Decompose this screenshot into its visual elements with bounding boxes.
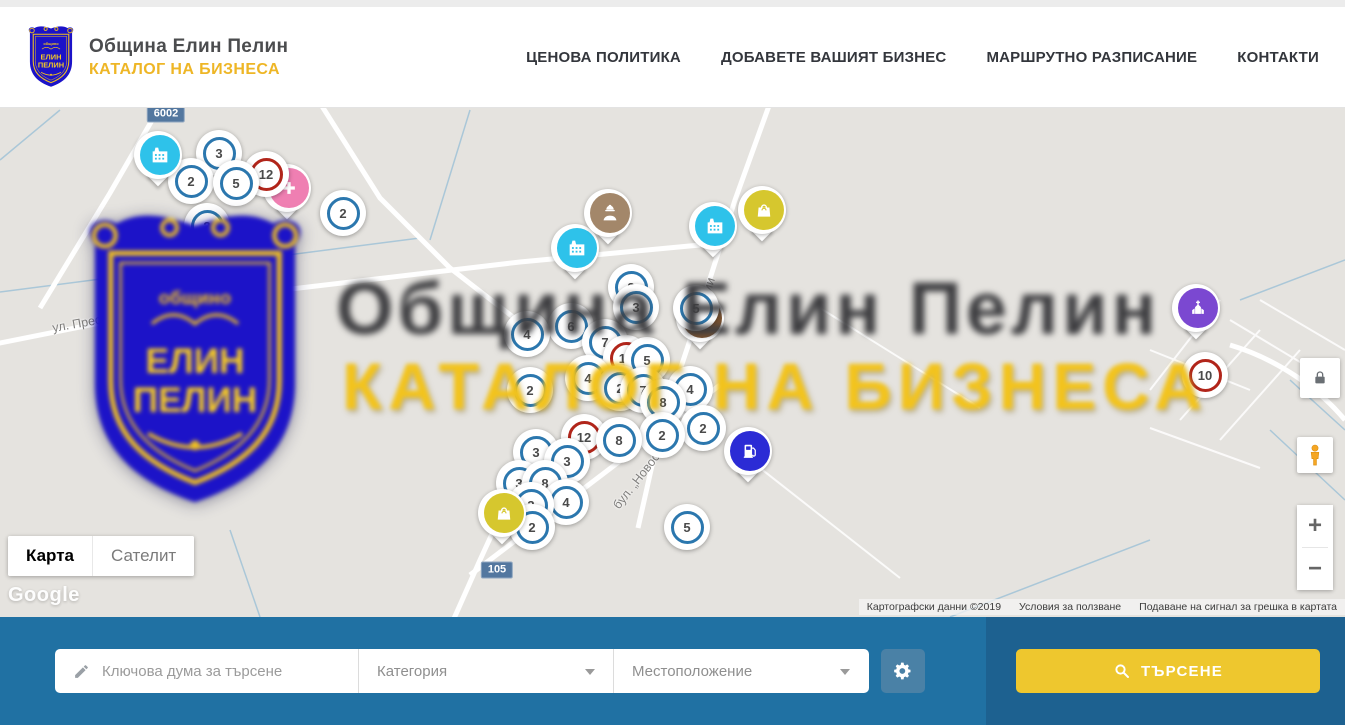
chevron-down-icon	[585, 669, 595, 675]
street-view-pegman[interactable]	[1297, 437, 1333, 473]
page: общино ЕЛИН ПЕЛИН Община Елин Пелин КАТА…	[0, 0, 1345, 725]
cluster-count: 3	[620, 291, 653, 324]
nav-route-schedule[interactable]: МАРШРУТНО РАЗПИСАНИЕ	[986, 49, 1197, 66]
cluster-count: 2	[646, 419, 679, 452]
church-category-marker[interactable]	[1170, 284, 1222, 348]
bag-category-marker[interactable]	[476, 489, 528, 553]
cluster-marker[interactable]: 5	[664, 504, 710, 550]
advanced-settings-button[interactable]	[881, 649, 925, 693]
svg-text:общино: общино	[43, 41, 59, 46]
gear-icon	[893, 661, 913, 681]
cluster-marker[interactable]: 2	[507, 367, 553, 413]
cluster-count: 2	[687, 412, 720, 445]
cluster-marker[interactable]: 2	[184, 203, 230, 249]
header: общино ЕЛИН ПЕЛИН Община Елин Пелин КАТА…	[0, 7, 1345, 108]
svg-text:ЕЛИН: ЕЛИН	[41, 52, 62, 61]
keyword-field[interactable]	[55, 649, 358, 693]
zoom-in-button[interactable]: +	[1297, 505, 1333, 547]
factory-category-marker[interactable]	[687, 202, 739, 266]
chevron-down-icon	[840, 669, 850, 675]
top-strip	[0, 0, 1345, 7]
category-select[interactable]: Категория	[358, 649, 613, 693]
cluster-count: 8	[603, 424, 636, 457]
search-section: Категория Местоположение ТЪРСЕНЕ	[0, 617, 1345, 725]
nav-add-business[interactable]: ДОБАВЕТЕ ВАШИЯТ БИЗНЕС	[721, 49, 946, 66]
cluster-marker[interactable]: 2	[320, 190, 366, 236]
bag-category-marker[interactable]	[736, 186, 788, 250]
pencil-icon	[73, 663, 90, 680]
site-subtitle: КАТАЛОГ НА БИЗНЕСА	[89, 61, 288, 79]
worker-icon	[590, 193, 630, 233]
main-nav: ЦЕНОВА ПОЛИТИКА ДОБАВЕТЕ ВАШИЯТ БИЗНЕС М…	[526, 49, 1319, 66]
location-select[interactable]: Местоположение	[613, 649, 868, 693]
cluster-count: 2	[514, 374, 547, 407]
nav-pricing-policy[interactable]: ЦЕНОВА ПОЛИТИКА	[526, 49, 681, 66]
factory-category-marker[interactable]	[132, 131, 184, 195]
church-icon	[1178, 288, 1218, 328]
cluster-marker[interactable]: 8	[596, 417, 642, 463]
search-submit-button[interactable]: ТЪРСЕНЕ	[1016, 649, 1320, 693]
cluster-marker[interactable]: 10	[1182, 352, 1228, 398]
site-title: Община Елин Пелин	[89, 36, 288, 58]
lock-button[interactable]	[1300, 358, 1340, 398]
map-attribution: Картографски данни ©2019 Условия за полз…	[859, 599, 1345, 615]
pin-circle	[584, 189, 632, 237]
search-icon	[1113, 662, 1131, 680]
zoom-out-button[interactable]: −	[1297, 548, 1333, 590]
satellite-view-button[interactable]: Сателит	[92, 536, 194, 576]
cluster-count: 2	[327, 197, 360, 230]
map-copyright: Картографски данни ©2019	[867, 601, 1001, 613]
cluster-marker[interactable]: 2	[639, 412, 685, 458]
cluster-count: 10	[1189, 359, 1222, 392]
fuel-category-marker[interactable]	[722, 427, 774, 491]
bag-icon	[484, 493, 524, 533]
pin-circle	[478, 489, 526, 537]
map-canvas[interactable]: 6002105ул. Преславбул. „Новоселциции 312…	[0, 108, 1345, 617]
map-type-control: Карта Сателит	[8, 536, 194, 576]
terms-of-use-link[interactable]: Условия за ползване	[1019, 601, 1121, 613]
cluster-marker[interactable]: 5	[213, 160, 259, 206]
zoom-control: + −	[1297, 505, 1333, 590]
cluster-count: 2	[191, 210, 224, 243]
cluster-count: 5	[680, 292, 713, 325]
cluster-marker[interactable]: 3	[613, 284, 659, 330]
cluster-marker[interactable]: 5	[673, 285, 719, 331]
keyword-input[interactable]	[102, 663, 358, 680]
fuel-icon	[730, 431, 770, 471]
bag-icon	[744, 190, 784, 230]
google-logo[interactable]: Google	[8, 584, 80, 607]
cluster-count: 5	[671, 511, 704, 544]
factory-icon	[695, 206, 735, 246]
report-map-error-link[interactable]: Подаване на сигнал за грешка в картата	[1139, 601, 1337, 613]
worker-category-marker[interactable]	[582, 189, 634, 253]
municipality-crest-logo: общино ЕЛИН ПЕЛИН	[26, 26, 76, 88]
svg-text:ПЕЛИН: ПЕЛИН	[38, 61, 64, 70]
pin-circle	[134, 131, 182, 179]
pin-circle	[689, 202, 737, 250]
cluster-count: 4	[550, 486, 583, 519]
factory-icon	[140, 135, 180, 175]
cluster-marker[interactable]: 2	[680, 405, 726, 451]
pin-circle	[738, 186, 786, 234]
search-fields-group: Категория Местоположение	[55, 649, 869, 693]
nav-contacts[interactable]: КОНТАКТИ	[1237, 49, 1319, 66]
cluster-marker[interactable]: 4	[504, 311, 550, 357]
pin-circle	[1172, 284, 1220, 332]
map-markers-layer: 3122522235647135104242782212833384325	[0, 108, 1345, 617]
site-logo[interactable]: общино ЕЛИН ПЕЛИН Община Елин Пелин КАТА…	[26, 26, 288, 88]
cluster-count: 4	[511, 318, 544, 351]
pin-circle	[724, 427, 772, 475]
pegman-icon	[1304, 443, 1326, 467]
padlock-icon	[1312, 370, 1328, 386]
map-view-button[interactable]: Карта	[8, 536, 92, 576]
cluster-count: 5	[220, 167, 253, 200]
